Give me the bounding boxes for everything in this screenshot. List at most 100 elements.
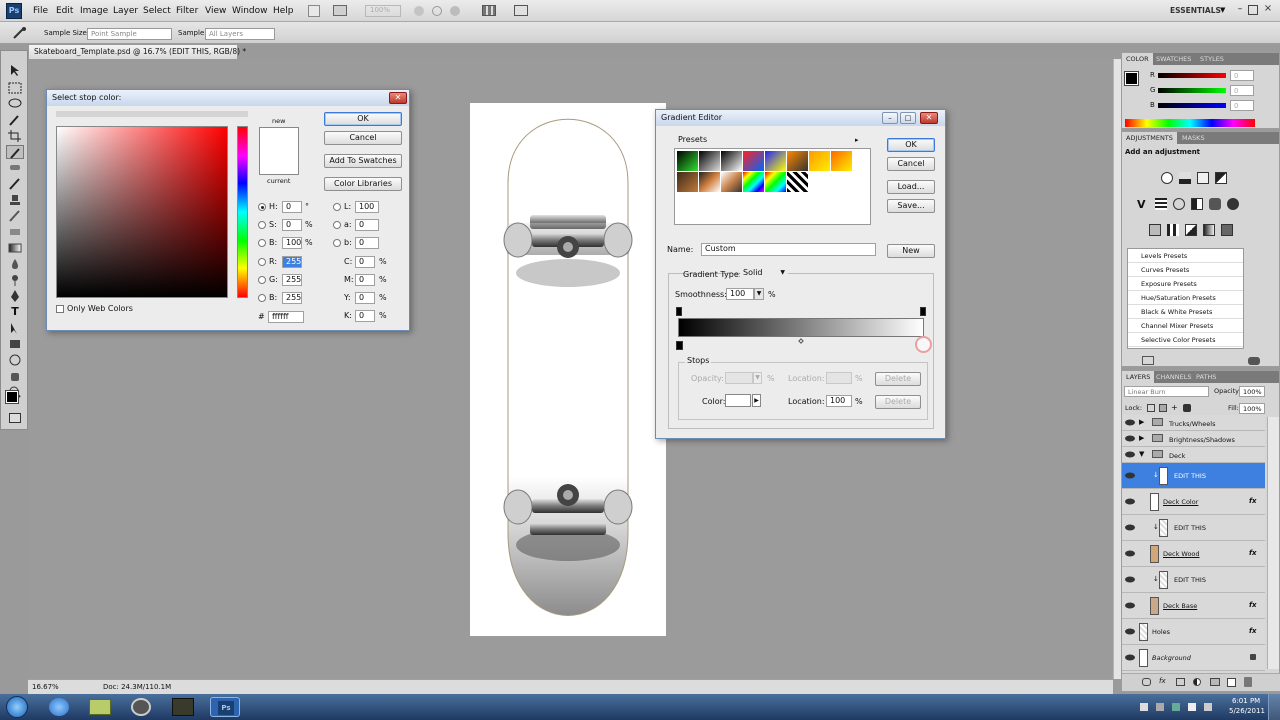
layer-name[interactable]: Deck [1169,452,1185,460]
shape-tool-icon[interactable] [6,337,24,351]
menu-help[interactable]: Help [273,6,294,16]
opacity-stop-field[interactable] [725,372,753,384]
green-field[interactable]: 255 [282,274,302,286]
layer-name[interactable]: Trucks/Wheels [1169,420,1215,428]
brightness-field[interactable]: 100 [282,237,302,249]
black-field[interactable]: 0 [355,310,375,322]
photoshop-taskbar-button[interactable]: Ps [210,697,240,717]
close-window-button[interactable]: × [1262,3,1274,15]
delete-color-stop-button[interactable]: Delete [875,395,921,409]
vibrance-icon[interactable]: V [1137,198,1146,211]
hand-tool-icon[interactable] [6,369,24,383]
tab-paths[interactable]: PATHS [1192,371,1220,383]
preset-swatch[interactable] [721,172,742,192]
layer-row-selected[interactable]: ↓ EDIT THIS [1122,463,1265,489]
threshold-icon[interactable] [1185,224,1197,236]
preset-curves[interactable]: Curves Presets [1128,263,1243,277]
minimize-icon[interactable]: – [882,112,898,124]
restore-window-button[interactable] [1248,5,1258,15]
marquee-tool-icon[interactable] [6,81,24,95]
tab-adjustments[interactable]: ADJUSTMENTS [1122,132,1177,144]
lock-pixels-icon[interactable] [1159,404,1167,412]
cancel-button[interactable]: Cancel [324,131,402,145]
expand-view-icon[interactable] [1142,356,1154,365]
layer-fill-field[interactable]: 100% [1239,403,1265,414]
zoom-level-field[interactable]: 100% [365,5,401,17]
path-selection-icon[interactable] [6,321,24,335]
load-button[interactable]: Load... [887,180,935,194]
add-to-swatches-button[interactable]: Add To Swatches [324,154,402,168]
preset-hue-saturation[interactable]: Hue/Saturation Presets [1128,291,1243,305]
lab-l-field[interactable]: 100 [355,201,379,213]
eye-icon[interactable] [1125,654,1135,661]
webcam-icon[interactable] [131,698,151,716]
curves-icon[interactable] [1197,172,1209,184]
layer-name[interactable]: Deck Wood [1163,550,1200,558]
hex-field[interactable]: ffffff [268,311,304,323]
preset-levels[interactable]: Levels Presets [1128,249,1243,263]
color-stop-left[interactable] [676,341,683,350]
layer-row[interactable]: Deck Wood fx [1122,541,1265,567]
preset-swatch[interactable] [677,151,698,171]
tab-layers[interactable]: LAYERS [1122,371,1155,383]
tray-icon[interactable] [1156,703,1164,711]
hue-saturation-icon[interactable] [1155,198,1167,210]
ok-button[interactable]: OK [324,112,402,126]
presets-grid[interactable] [674,148,871,225]
layer-name[interactable]: Deck Base [1163,602,1197,610]
trash-icon[interactable] [1244,677,1252,687]
preset-swatch[interactable] [809,151,830,171]
green-channel-field[interactable]: 0 [1230,85,1254,96]
save-button[interactable]: Save... [887,199,935,213]
eye-icon[interactable] [1125,435,1135,442]
color-location-field[interactable]: 100 [826,395,852,407]
foreground-color-swatch[interactable] [5,390,19,404]
canvas-vertical-scrollbar[interactable] [1113,59,1121,679]
only-web-colors-checkbox[interactable] [56,305,64,313]
sample-dropdown[interactable]: All Layers [205,28,275,40]
menu-view[interactable]: View [205,6,226,16]
layer-name[interactable]: EDIT THIS [1174,576,1206,584]
expand-arrow-icon[interactable]: ▶ [1139,418,1144,426]
preset-swatch[interactable] [831,151,852,171]
smoothness-field[interactable]: 100 [726,288,754,300]
fx-badge[interactable]: fx [1249,497,1257,505]
gradient-preview-bar[interactable] [678,318,924,337]
explorer-icon[interactable] [89,699,111,715]
arrange-documents-icon[interactable] [482,5,496,16]
menu-select[interactable]: Select [143,6,171,16]
foreground-color-chip[interactable] [1124,71,1139,86]
tab-swatches[interactable]: SWATCHES [1152,53,1195,65]
eye-icon[interactable] [1125,524,1135,531]
layer-name[interactable]: Brightness/Shadows [1169,436,1235,444]
tab-masks[interactable]: MASKS [1178,132,1209,144]
color-stop-right[interactable] [915,336,932,353]
collapse-arrow-icon[interactable]: ▼ [1139,450,1144,458]
expand-arrow-icon[interactable]: ▶ [1139,434,1144,442]
levels-icon[interactable] [1179,172,1191,184]
lock-transparency-icon[interactable] [1147,404,1155,412]
eye-icon[interactable] [1125,550,1135,557]
bridge-icon[interactable] [308,5,320,17]
posterize-icon[interactable] [1167,224,1179,236]
tray-icon[interactable] [1140,703,1148,711]
add-mask-icon[interactable] [1176,678,1185,686]
crop-tool-icon[interactable] [6,129,24,143]
menu-file[interactable]: File [33,6,48,16]
brightness-radio[interactable] [258,239,266,247]
lab-b-field[interactable]: 0 [355,237,379,249]
blue-field[interactable]: 255 [282,292,302,304]
minimize-window-button[interactable]: – [1234,4,1246,16]
add-style-icon[interactable]: fx [1159,677,1166,685]
eye-icon[interactable] [1125,451,1135,458]
delete-opacity-stop-button[interactable]: Delete [875,372,921,386]
saturation-field[interactable]: 0 [282,219,302,231]
blue-channel-field[interactable]: 0 [1230,100,1254,111]
layer-row[interactable]: Holes fx [1122,619,1265,645]
lock-position-icon[interactable]: + [1171,404,1179,412]
healing-brush-icon[interactable] [6,161,24,175]
lock-all-icon[interactable] [1183,404,1191,412]
brightness-contrast-icon[interactable] [1161,172,1173,184]
layer-row[interactable]: Background [1122,645,1265,671]
stop-color-menu-icon[interactable]: ▶ [752,394,761,407]
